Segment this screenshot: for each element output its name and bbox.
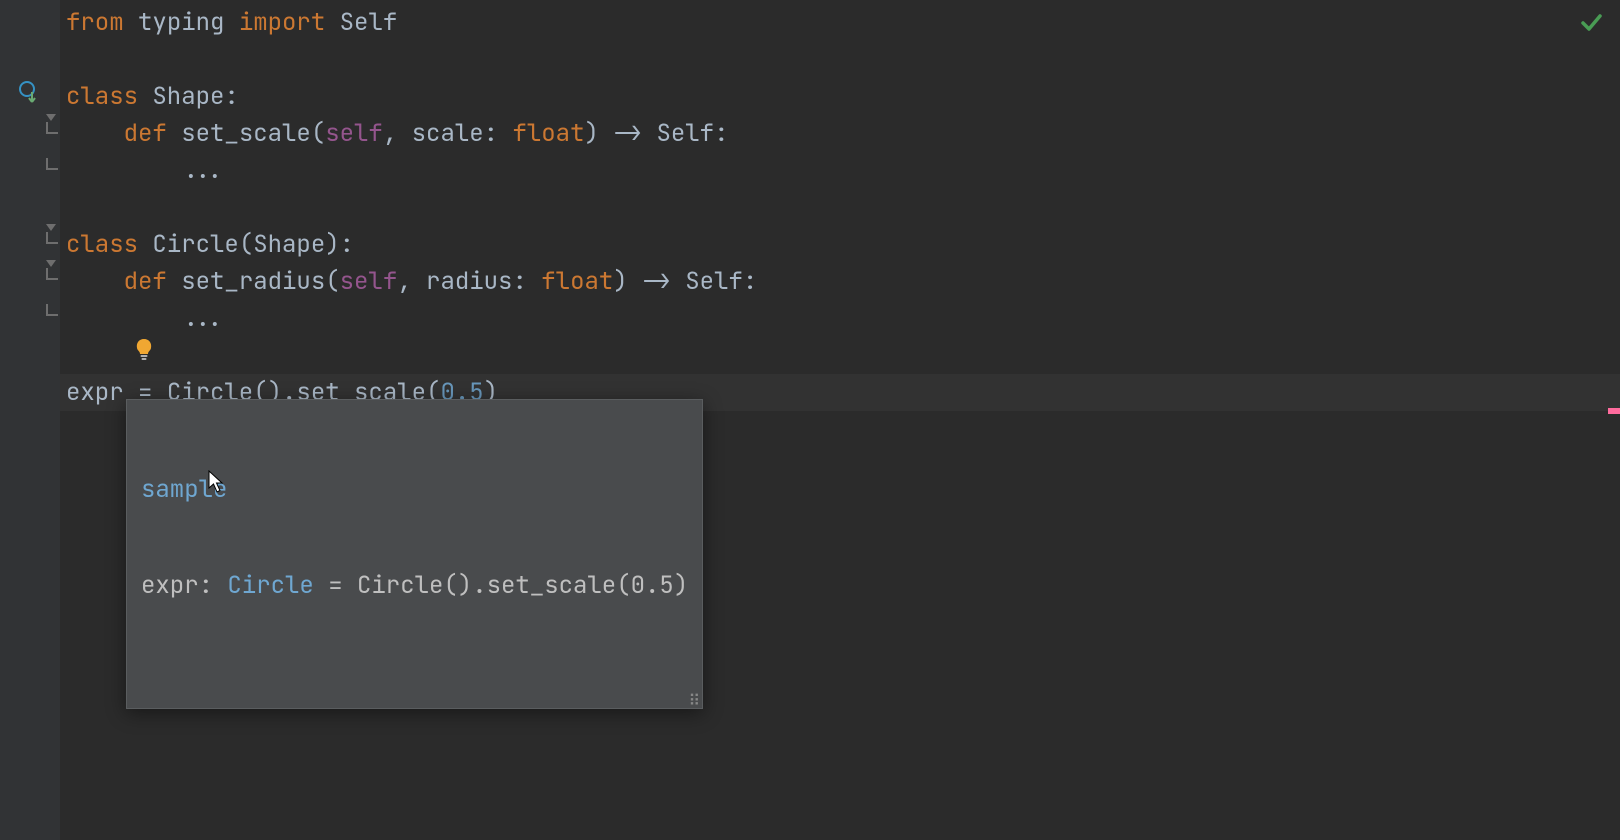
- editor-root: from typing import Self class Shape: def…: [0, 0, 1620, 840]
- module-name: typing: [138, 7, 224, 38]
- keyword: class: [66, 81, 138, 112]
- punct: (: [325, 266, 339, 297]
- keyword: import: [239, 7, 325, 38]
- code-line[interactable]: ...: [60, 300, 1620, 337]
- return-type: Self: [685, 266, 743, 297]
- inferred-type: Circle: [227, 570, 313, 601]
- punct: :: [224, 81, 238, 112]
- keyword: def: [124, 118, 167, 149]
- class-name: Circle: [152, 229, 238, 260]
- variable-name: expr: [66, 377, 124, 408]
- doc-popup-expr: = Circle().set_scale(: [314, 570, 631, 601]
- keyword: from: [66, 7, 124, 38]
- param-name: scale: [412, 118, 484, 149]
- code-line[interactable]: def set_radius(self, radius: float) -> S…: [60, 263, 1620, 300]
- punct: ): [325, 229, 339, 260]
- doc-popup-end: ): [674, 570, 688, 601]
- code-line[interactable]: [60, 337, 1620, 374]
- punct: (: [311, 118, 325, 149]
- type-name: float: [541, 266, 613, 297]
- function-name: set_radius: [181, 266, 325, 297]
- self-param: self: [340, 266, 398, 297]
- fold-handle-icon[interactable]: [46, 268, 58, 280]
- ellipsis: ...: [181, 155, 224, 186]
- fold-handle-icon[interactable]: [46, 122, 58, 134]
- code-line[interactable]: [60, 41, 1620, 78]
- code-line[interactable]: def set_scale(self, scale: float) -> Sel…: [60, 115, 1620, 152]
- fold-handle-icon[interactable]: [46, 232, 58, 244]
- gutter: [0, 0, 60, 840]
- param-name: radius: [426, 266, 512, 297]
- indent: [66, 118, 124, 149]
- code-line[interactable]: ...: [60, 152, 1620, 189]
- import-name: Self: [340, 7, 398, 38]
- ellipsis: ...: [181, 303, 224, 334]
- function-name: set_scale: [181, 118, 311, 149]
- fold-handle-icon[interactable]: [46, 158, 58, 170]
- code-line[interactable]: [60, 189, 1620, 226]
- self-param: self: [325, 118, 383, 149]
- code-line[interactable]: from typing import Self: [60, 4, 1620, 41]
- indent: [66, 266, 124, 297]
- error-stripe-marker[interactable]: [1608, 408, 1620, 414]
- resize-grip-icon[interactable]: ⠿: [689, 696, 699, 706]
- doc-popup-arg: 0.5: [631, 570, 674, 601]
- fold-handle-icon[interactable]: [46, 304, 58, 316]
- run-class-icon[interactable]: [19, 80, 41, 111]
- code-editor[interactable]: from typing import Self class Shape: def…: [60, 0, 1620, 840]
- doc-popup-var: expr:: [141, 570, 227, 601]
- indent: [66, 155, 181, 186]
- quick-doc-popup[interactable]: sample expr: Circle = Circle().set_scale…: [126, 399, 703, 709]
- arrow: ->: [599, 118, 657, 149]
- code-line[interactable]: class Shape:: [60, 78, 1620, 115]
- indent: [66, 303, 181, 334]
- keyword: def: [124, 266, 167, 297]
- intention-bulb-icon[interactable]: [134, 337, 154, 368]
- punct: ,: [383, 118, 412, 149]
- arrow: ->: [628, 266, 686, 297]
- punct: ): [584, 118, 598, 149]
- punct: :: [512, 266, 541, 297]
- punct: :: [743, 266, 757, 297]
- punct: :: [714, 118, 728, 149]
- punct: ,: [397, 266, 426, 297]
- punct: :: [484, 118, 513, 149]
- punct: ): [613, 266, 627, 297]
- type-name: float: [512, 118, 584, 149]
- inspections-ok-icon[interactable]: [1580, 10, 1602, 41]
- class-name: Shape: [152, 81, 224, 112]
- code-line[interactable]: class Circle(Shape):: [60, 226, 1620, 263]
- punct: :: [340, 229, 354, 260]
- punct: (: [239, 229, 253, 260]
- doc-popup-title: sample: [141, 474, 227, 505]
- return-type: Self: [656, 118, 714, 149]
- base-class: Shape: [253, 229, 325, 260]
- keyword: class: [66, 229, 138, 260]
